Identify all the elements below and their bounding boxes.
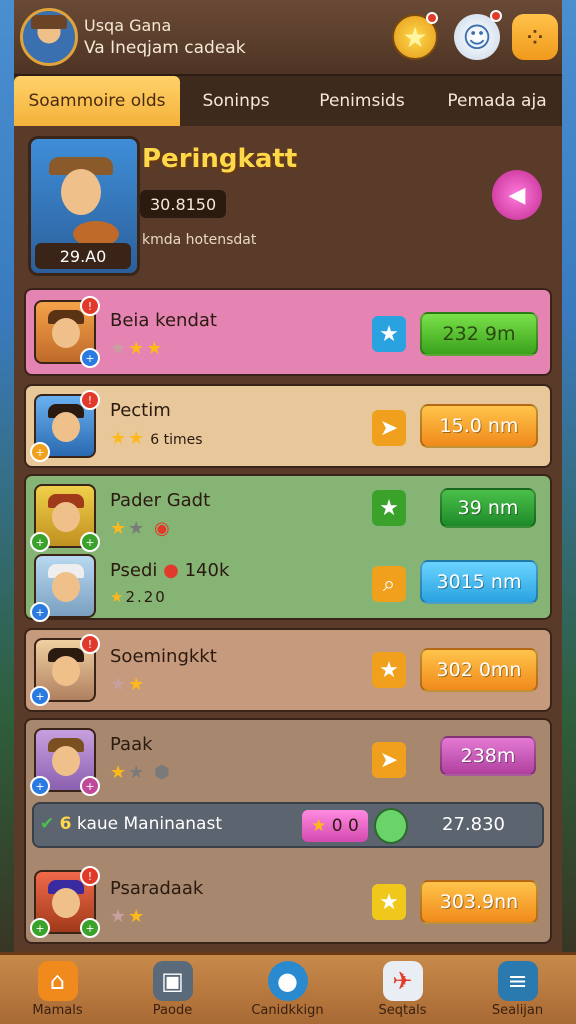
arrow-icon[interactable]: ➤ <box>372 742 406 778</box>
dice-icon[interactable]: ⁘ <box>512 14 558 60</box>
star-rating: ★★ 6 times <box>110 428 203 449</box>
home-icon: ⌂ <box>37 961 78 1001</box>
score-button[interactable]: 303.9nn <box>420 880 538 924</box>
profile-subtitle: kmda hotensdat <box>142 232 257 248</box>
player-name: Psaradaak <box>110 878 204 899</box>
player-name: Psedi ● 140k <box>110 560 230 581</box>
player-name: Pader Gadt <box>110 490 211 511</box>
summary-value: 27.830 <box>442 814 505 835</box>
summary-pill[interactable]: ★ 0 0 <box>302 810 368 842</box>
player-sub: ★2.20 <box>110 588 167 606</box>
ship-icon: ✈ <box>382 961 423 1001</box>
player-avatar: ! + <box>34 296 100 368</box>
list-item[interactable]: ! + Pectim ★★ 6 times ➤ 15.0 nm <box>24 384 552 468</box>
player-name: Soemingkkt <box>110 646 217 667</box>
summary-bar[interactable]: ✔ 6 kaue Maninanast ★ 0 0 27.830 <box>32 802 544 848</box>
profile-score: 30.8150 <box>140 190 227 218</box>
menu-icon: ≡ <box>497 961 538 1001</box>
star-rating: ★★ <box>110 674 147 695</box>
player-name: Beia kendat <box>110 310 217 331</box>
profile-portrait[interactable]: 29.A0 <box>28 136 140 276</box>
star-badge-icon[interactable]: ★ <box>372 316 406 352</box>
player-avatar[interactable]: + + <box>30 728 100 796</box>
star-rating: ★★ <box>110 906 147 927</box>
score-button[interactable]: 302 0mn <box>420 648 538 692</box>
nav-paode[interactable]: ▣ Paode <box>115 955 230 1024</box>
list-group: + + Pader Gadt ★★ ◉ ★ 39 nm + Psedi ● 14… <box>24 474 552 622</box>
profile-title: Peringkatt <box>142 144 298 174</box>
top-bar: Usqa Gana Va Ineqjam cadeak ★ ☺ ⁘ <box>14 0 562 76</box>
star-icon[interactable]: ★ <box>392 12 438 60</box>
user-avatar[interactable] <box>20 8 78 66</box>
nav-center[interactable]: ● Canidkkign <box>230 955 345 1024</box>
nav-menu[interactable]: ≡ Sealijan <box>460 955 575 1024</box>
tab-summary[interactable]: Soammoire olds <box>14 76 180 126</box>
star-rating: ★★ ⬢ <box>110 762 172 783</box>
user-name: Usqa Gana <box>84 16 172 35</box>
star-rating: ★★★ <box>110 338 165 359</box>
score-button[interactable]: 3015 nm <box>420 560 538 604</box>
score-button[interactable]: 39 nm <box>440 488 536 528</box>
summary-avatar <box>374 808 408 844</box>
nav-seqtals[interactable]: ✈ Seqtals <box>345 955 460 1024</box>
summary-label: ✔ 6 kaue Maninanast <box>40 814 222 834</box>
camera-icon: ▣ <box>152 961 193 1001</box>
nav-home[interactable]: ⌂ Mamals <box>0 955 115 1024</box>
player-avatar[interactable]: + + <box>30 484 100 552</box>
profile-card: 29.A0 Peringkatt 30.8150 kmda hotensdat … <box>14 126 562 286</box>
ranking-list: ! + Beia kendat ★★★ ★ 232 9m ! + Pectim … <box>14 286 562 950</box>
player-avatar[interactable]: ! + + <box>30 866 100 938</box>
tab-soninps[interactable]: Soninps <box>180 76 292 126</box>
score-button[interactable]: 15.0 nm <box>420 404 538 448</box>
tab-pemada[interactable]: Pemada aja <box>432 76 562 126</box>
list-item[interactable]: ! + Soemingkkt ★★ ★ 302 0mn <box>24 628 552 712</box>
star-rating: ★★ ◉ <box>110 518 172 539</box>
score-button[interactable]: 238m <box>440 736 536 776</box>
list-group: + + Paak ★★ ⬢ ➤ 238m ✔ 6 kaue Maninanast… <box>24 718 552 944</box>
arrow-icon[interactable]: ➤ <box>372 410 406 446</box>
player-avatar[interactable]: + <box>30 554 96 622</box>
star-badge-icon[interactable]: ★ <box>372 652 406 688</box>
user-subtitle: Va Ineqjam cadeak <box>84 38 246 58</box>
player-avatar: ! + <box>30 634 100 706</box>
list-item[interactable]: ! + Beia kendat ★★★ ★ 232 9m <box>24 288 552 376</box>
search-icon[interactable]: ⌕ <box>372 566 406 602</box>
tab-bar: Soammoire olds Soninps Penimsids Pemada … <box>14 76 562 126</box>
bottom-nav: ⌂ Mamals ▣ Paode ● Canidkkign ✈ Seqtals … <box>0 952 576 1024</box>
tab-penimsids[interactable]: Penimsids <box>292 76 432 126</box>
orb-icon: ● <box>267 961 308 1001</box>
player-name: Pectim <box>110 400 171 421</box>
ghost-face-icon[interactable]: ☺ <box>454 10 502 60</box>
gem-icon[interactable]: ◀ <box>492 170 542 220</box>
score-button[interactable]: 232 9m <box>420 312 538 356</box>
player-name: Paak <box>110 734 153 755</box>
profile-level: 29.A0 <box>35 243 131 269</box>
player-avatar: ! + <box>30 390 100 462</box>
star-badge-icon[interactable]: ★ <box>372 490 406 526</box>
star-badge-icon[interactable]: ★ <box>372 884 406 920</box>
